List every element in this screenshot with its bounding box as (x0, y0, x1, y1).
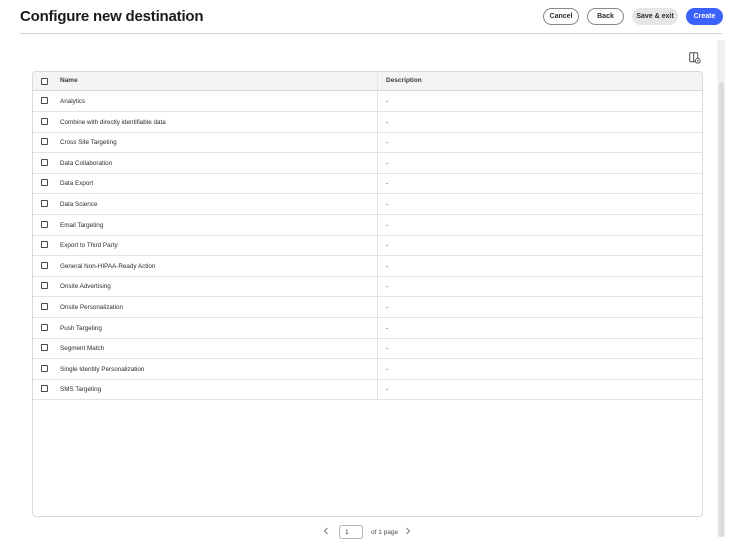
table-row[interactable]: Export to Third Party - (33, 235, 702, 257)
row-description: - (386, 262, 389, 270)
save-exit-button[interactable]: Save & exit (632, 8, 678, 25)
row-description: - (386, 324, 389, 332)
row-name: Data Science (60, 201, 98, 208)
table-row[interactable]: SMS Targeting - (33, 379, 702, 401)
row-name: Email Targeting (60, 221, 104, 229)
column-header-description[interactable]: Description (386, 77, 422, 84)
table-row[interactable]: Onsite Personalization - (33, 297, 702, 318)
row-description: - (386, 221, 389, 229)
create-button[interactable]: Create (686, 8, 723, 25)
table-row[interactable]: General Non-HIPAA-Ready Action - (33, 256, 702, 277)
page-title: Configure new destination (20, 8, 204, 25)
table-row[interactable]: Push Targeting - (33, 318, 702, 339)
row-checkbox[interactable] (41, 323, 48, 331)
row-name: SMS Targeting (60, 386, 102, 394)
row-checkbox[interactable] (41, 364, 48, 372)
row-name: Analytics (60, 98, 86, 105)
row-name: Export to Third Party (60, 242, 118, 250)
row-checkbox[interactable] (41, 261, 48, 269)
table-row[interactable]: Single Identity Personalization - (33, 359, 702, 380)
header-divider (20, 33, 722, 34)
table-row[interactable]: Segment Match - (33, 338, 702, 360)
row-checkbox[interactable] (41, 385, 48, 393)
data-usage-table: Name Description Analytics - Combine with … (32, 71, 703, 517)
row-checkbox[interactable] (41, 344, 48, 352)
table-row[interactable]: Cross Site Targeting - (33, 132, 702, 154)
cancel-button[interactable]: Cancel (543, 8, 579, 25)
row-checkbox[interactable] (41, 97, 48, 104)
row-description: - (386, 304, 389, 311)
table-row[interactable]: Data Science - (33, 194, 702, 215)
row-description: - (386, 365, 389, 373)
row-checkbox[interactable] (41, 138, 48, 146)
table-row[interactable]: Email Targeting - (33, 215, 702, 236)
row-name: Data Export (60, 180, 94, 188)
table-row[interactable]: Onsite Advertising - (33, 276, 702, 298)
table-row[interactable]: Analytics - (33, 91, 702, 112)
next-page-icon[interactable] (405, 527, 411, 540)
row-checkbox[interactable] (41, 117, 48, 125)
table-row[interactable]: Combine with directly identifiable data - (33, 112, 702, 133)
table-row[interactable]: Data Export - (33, 173, 702, 195)
back-button[interactable]: Back (587, 8, 624, 25)
row-description: - (386, 139, 389, 147)
table-row[interactable]: Data Collaboration - (33, 153, 702, 174)
row-checkbox[interactable] (41, 282, 48, 290)
row-name: Single Identity Personalization (60, 365, 145, 373)
page-header: Configure new destination Cancel Back Sa… (0, 0, 750, 34)
row-description: - (386, 201, 389, 208)
page-count-label: of 1 page (371, 529, 399, 536)
row-name: Push Targeting (60, 324, 102, 332)
row-checkbox[interactable] (41, 158, 48, 166)
row-description: - (386, 386, 389, 394)
row-name: Onsite Advertising (60, 283, 111, 291)
table-header: Name Description (33, 72, 702, 91)
row-name: Segment Match (60, 345, 105, 353)
row-description: - (386, 159, 389, 167)
row-checkbox[interactable] (41, 220, 48, 228)
row-checkbox[interactable] (41, 241, 48, 249)
scrollbar-thumb[interactable] (719, 82, 724, 537)
column-header-name[interactable]: Name (60, 77, 78, 84)
row-checkbox[interactable] (41, 179, 48, 187)
row-description: - (386, 242, 389, 250)
row-description: - (386, 118, 389, 126)
row-name: Combine with directly identifiable data (60, 118, 166, 126)
row-description: - (386, 283, 389, 291)
column-settings-icon[interactable] (689, 52, 701, 64)
row-name: General Non-HIPAA-Ready Action (60, 262, 156, 270)
prev-page-icon[interactable] (323, 527, 329, 540)
row-name: Onsite Personalization (60, 304, 124, 311)
row-checkbox[interactable] (41, 303, 48, 310)
row-description: - (386, 180, 389, 188)
row-name: Data Collaboration (60, 159, 113, 167)
select-all-checkbox[interactable] (41, 78, 48, 85)
row-checkbox[interactable] (41, 200, 48, 207)
row-description: - (386, 345, 389, 353)
row-name: Cross Site Targeting (60, 139, 117, 147)
row-description: - (386, 98, 389, 105)
